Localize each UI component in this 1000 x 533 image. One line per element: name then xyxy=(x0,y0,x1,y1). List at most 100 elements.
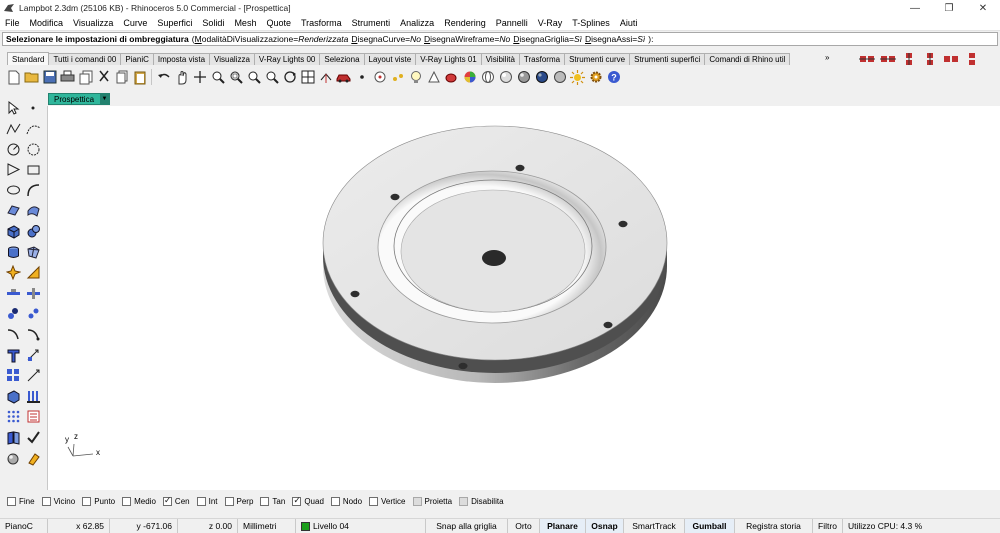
viewport-menu-arrow-icon[interactable]: ▼ xyxy=(100,94,109,104)
new-file-icon[interactable] xyxy=(5,69,22,86)
menu-trasforma[interactable]: Trasforma xyxy=(296,18,347,28)
menu-pannelli[interactable]: Pannelli xyxy=(491,18,533,28)
join-icon[interactable] xyxy=(23,304,43,324)
osnap-tan[interactable]: Tan xyxy=(260,496,285,506)
option-draw-grid[interactable]: DisegnaGriglia=Sì xyxy=(513,34,582,44)
command-line[interactable]: Selezionare le impostazioni di ombreggia… xyxy=(2,32,998,46)
osnap-disabilita[interactable]: Disabilita xyxy=(459,496,504,506)
osnap-checkbox[interactable] xyxy=(260,496,270,506)
help-icon[interactable]: ? xyxy=(605,69,622,86)
point-tool-icon[interactable] xyxy=(23,98,43,118)
tab-visualizza[interactable]: Visualizza xyxy=(209,53,255,65)
render-teapot-icon[interactable] xyxy=(443,69,460,86)
dimension-icon[interactable] xyxy=(23,283,43,303)
box-solid-icon[interactable] xyxy=(3,222,23,242)
status-filter[interactable]: Filtro xyxy=(813,518,843,533)
status-history[interactable]: Registra storia xyxy=(735,518,813,533)
curve-icon[interactable] xyxy=(23,119,43,139)
layout-e-icon[interactable] xyxy=(943,53,959,65)
layout-c-icon[interactable] xyxy=(901,53,917,65)
minimize-button[interactable]: — xyxy=(898,0,932,16)
status-cplane[interactable]: PianoC xyxy=(0,518,48,533)
extrude-icon[interactable] xyxy=(23,345,43,365)
tab-overflow-button[interactable]: » xyxy=(825,53,829,62)
polyline-icon[interactable] xyxy=(3,119,23,139)
open-file-icon[interactable] xyxy=(23,69,40,86)
target-icon[interactable] xyxy=(371,69,388,86)
box-icon[interactable] xyxy=(3,386,23,406)
arc-icon[interactable] xyxy=(23,139,43,159)
menu-visualizza[interactable]: Visualizza xyxy=(68,18,118,28)
menu-vray[interactable]: V-Ray xyxy=(533,18,568,28)
tab-visibilita[interactable]: Visibilità xyxy=(480,53,520,65)
status-planar[interactable]: Planare xyxy=(540,518,586,533)
tab-seleziona[interactable]: Seleziona xyxy=(319,53,365,65)
explode-icon[interactable] xyxy=(3,263,23,283)
status-smarttrack[interactable]: SmartTrack xyxy=(624,518,685,533)
layout-d-icon[interactable] xyxy=(922,53,938,65)
menu-strumenti[interactable]: Strumenti xyxy=(347,18,396,28)
menu-modifica[interactable]: Modifica xyxy=(25,18,69,28)
osnap-checkbox[interactable] xyxy=(369,496,379,506)
osnap-checkbox[interactable] xyxy=(224,496,234,506)
array-icon[interactable] xyxy=(3,366,23,386)
zoom-icon[interactable] xyxy=(209,69,226,86)
gear-icon[interactable] xyxy=(587,69,604,86)
surface-icon[interactable] xyxy=(3,201,23,221)
osnap-int[interactable]: Int xyxy=(196,496,218,506)
rectangle-icon[interactable] xyxy=(23,160,43,180)
osnap-perp[interactable]: Perp xyxy=(224,496,253,506)
osnap-checkbox[interactable] xyxy=(459,496,469,506)
osnap-checkbox[interactable] xyxy=(196,496,206,506)
move-view-icon[interactable] xyxy=(191,69,208,86)
dots-grid-icon[interactable] xyxy=(3,407,23,427)
close-button[interactable]: ✕ xyxy=(966,0,1000,16)
render-icon[interactable] xyxy=(425,69,442,86)
perspective-viewport[interactable]: y z x xyxy=(47,106,1000,490)
fillet-icon[interactable] xyxy=(3,325,23,345)
osnap-checkbox[interactable] xyxy=(412,496,422,506)
menu-tsplines[interactable]: T-Splines xyxy=(567,18,615,28)
sphere-wire-icon[interactable] xyxy=(479,69,496,86)
tab-imposta-vista[interactable]: Imposta vista xyxy=(152,53,211,65)
tab-tutti-i-comandi[interactable]: Tutti i comandi 00 xyxy=(48,53,122,65)
menu-rendering[interactable]: Rendering xyxy=(439,18,491,28)
four-views-icon[interactable] xyxy=(299,69,316,86)
osnap-checkbox[interactable] xyxy=(82,496,92,506)
rotate-view-icon[interactable] xyxy=(281,69,298,86)
select-arrow-icon[interactable] xyxy=(3,98,23,118)
osnap-vicino[interactable]: Vicino xyxy=(41,496,75,506)
sphere-grey-icon[interactable] xyxy=(551,69,568,86)
columns-icon[interactable] xyxy=(23,386,43,406)
menu-aiuti[interactable]: Aiuti xyxy=(615,18,643,28)
status-grid-snap[interactable]: Snap alla griglia xyxy=(426,518,508,533)
osnap-checkbox[interactable] xyxy=(122,496,132,506)
zoom-selected-icon[interactable] xyxy=(263,69,280,86)
copy-doc-icon[interactable] xyxy=(77,69,94,86)
cylinder-icon[interactable] xyxy=(3,242,23,262)
paint-icon[interactable] xyxy=(23,448,43,468)
osnap-cen[interactable]: Cen xyxy=(162,495,190,506)
car-icon[interactable] xyxy=(335,69,352,86)
option-draw-curves[interactable]: DisegnaCurve=No xyxy=(351,34,421,44)
menu-solidi[interactable]: Solidi xyxy=(197,18,229,28)
menu-curve[interactable]: Curve xyxy=(118,18,152,28)
cut-icon[interactable] xyxy=(95,69,112,86)
sphere-render-icon[interactable] xyxy=(515,69,532,86)
sun-icon[interactable] xyxy=(569,69,586,86)
osnap-checkbox[interactable] xyxy=(330,496,340,506)
osnap-punto[interactable]: Punto xyxy=(82,496,115,506)
menu-analizza[interactable]: Analizza xyxy=(395,18,439,28)
menu-mesh[interactable]: Mesh xyxy=(229,18,261,28)
sphere-shaded-icon[interactable] xyxy=(497,69,514,86)
osnap-checkbox[interactable] xyxy=(7,496,16,506)
split-icon[interactable] xyxy=(3,304,23,324)
print-icon[interactable] xyxy=(59,69,76,86)
osnap-checkbox[interactable] xyxy=(41,496,51,506)
viewport-tab-prospettica[interactable]: Prospettica ▼ xyxy=(48,93,110,105)
solid-sphere-icon[interactable] xyxy=(23,222,43,242)
cplane-icon[interactable] xyxy=(317,69,334,86)
circle-icon[interactable] xyxy=(3,139,23,159)
boolean-icon[interactable] xyxy=(23,263,43,283)
counter-icon[interactable] xyxy=(23,407,43,427)
